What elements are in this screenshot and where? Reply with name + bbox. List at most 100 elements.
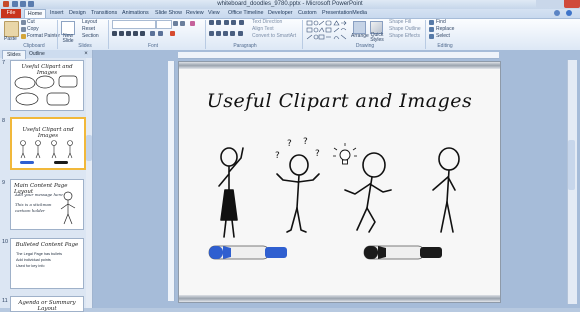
group-label-slides: Slides <box>78 43 92 49</box>
copy-button[interactable]: Copy <box>27 26 39 32</box>
shape-outline-button[interactable]: Shape Outline <box>389 26 421 32</box>
paste-button[interactable]: Paste <box>4 36 17 42</box>
justify-icon[interactable] <box>230 31 235 36</box>
slide-number: 8 <box>2 118 6 124</box>
quick-styles-button[interactable]: Quick Styles <box>369 33 385 43</box>
close-panel-icon[interactable]: × <box>82 50 90 58</box>
slide-thumbnail-7[interactable]: Useful Clipart and Images <box>10 60 84 111</box>
find-icon <box>429 20 434 25</box>
tab-developer[interactable]: Developer <box>268 9 293 18</box>
divider <box>108 20 109 49</box>
group-label-paragraph: Paragraph <box>233 43 257 49</box>
markers-clipart[interactable] <box>179 62 500 302</box>
arrange-button[interactable]: Arrange <box>351 33 369 39</box>
section-button[interactable]: Section <box>82 33 99 39</box>
tab-view[interactable]: View <box>208 9 220 18</box>
replace-button[interactable]: Replace <box>436 26 454 32</box>
tab-outline[interactable]: Outline <box>25 50 49 58</box>
decrease-indent-icon[interactable] <box>224 20 229 25</box>
tab-slide-show[interactable]: Slide Show <box>155 9 182 18</box>
tab-office-timeline[interactable]: Office Timeline <box>228 9 264 18</box>
font-name-box[interactable] <box>112 20 156 29</box>
bullets-icon[interactable] <box>209 20 214 25</box>
tab-insert[interactable]: Insert <box>50 9 63 18</box>
clear-formatting-icon[interactable] <box>190 21 195 26</box>
panel-scrollbar[interactable] <box>86 58 92 308</box>
align-text-button[interactable]: Align Text <box>252 26 274 32</box>
help-icon[interactable] <box>566 10 572 16</box>
tab-transitions[interactable]: Transitions <box>91 9 117 18</box>
layout-button[interactable]: Layout <box>82 19 97 25</box>
format-painter-icon <box>21 34 26 39</box>
group-label-clipboard: Clipboard <box>23 43 45 49</box>
text-direction-button[interactable]: Text Direction <box>252 19 282 25</box>
group-label-drawing: Drawing <box>355 43 375 49</box>
shadow-icon[interactable] <box>140 31 145 36</box>
speech-bubbles-clipart <box>14 75 78 106</box>
cut-icon <box>21 20 26 25</box>
shape-fill-button[interactable]: Shape Fill <box>389 19 411 25</box>
slide-thumbnail-10[interactable]: Bulleted Content Page The Legal Page has… <box>10 238 84 289</box>
cut-button[interactable]: Cut <box>27 19 35 25</box>
tab-presentationmedia[interactable]: PresentationMedia <box>322 9 367 18</box>
thumbnail-body-line: The Legal Page has bullets <box>16 252 63 256</box>
tab-file[interactable]: File <box>1 9 21 18</box>
slide-thumbnail-9[interactable]: Main Content Page Layout Add your messag… <box>10 179 84 230</box>
slide-thumbnail-11[interactable]: Agenda or Summary Layout <box>10 296 84 312</box>
find-button[interactable]: Find <box>436 19 446 25</box>
minimize-button[interactable] <box>536 0 550 8</box>
group-label-font: Font <box>147 43 158 49</box>
align-center-icon[interactable] <box>216 31 221 36</box>
tab-animations[interactable]: Animations <box>122 9 149 18</box>
slide-number: 11 <box>2 298 8 304</box>
shrink-font-icon[interactable] <box>180 21 185 26</box>
increase-indent-icon[interactable] <box>231 20 236 25</box>
format-painter-button[interactable]: Format Painter <box>27 33 60 39</box>
tab-slides[interactable]: Slides <box>2 50 26 59</box>
slide-number: 9 <box>2 180 6 186</box>
horizontal-ruler <box>178 52 499 59</box>
slide-thumbnail-8[interactable]: Useful Clipart and Images <box>10 117 86 170</box>
stickmen-clipart <box>20 140 73 164</box>
tab-design[interactable]: Design <box>69 9 86 18</box>
font-color-icon[interactable] <box>170 31 175 36</box>
italic-icon[interactable] <box>119 31 124 36</box>
thumbnail-body-line: This is a stickman <box>15 202 52 207</box>
title-bar: whiteboard_doodles_9780.pptx - Microsoft… <box>0 0 580 9</box>
shapes-gallery[interactable] <box>306 20 350 42</box>
thumbnail-body-line: cartoon holder <box>15 208 45 213</box>
character-spacing-icon[interactable] <box>150 31 155 36</box>
copy-icon <box>21 27 26 32</box>
convert-smartart-button[interactable]: Convert to SmartArt <box>252 33 296 39</box>
collapse-ribbon-icon[interactable] <box>554 10 560 16</box>
panel-scroll-thumb[interactable] <box>86 135 92 161</box>
divider <box>302 20 303 49</box>
align-right-icon[interactable] <box>223 31 228 36</box>
reset-button[interactable]: Reset <box>82 26 95 32</box>
underline-icon[interactable] <box>126 31 131 36</box>
align-left-icon[interactable] <box>209 31 214 36</box>
divider <box>425 20 426 49</box>
bold-icon[interactable] <box>112 31 117 36</box>
line-spacing-icon[interactable] <box>239 20 244 25</box>
tab-review[interactable]: Review <box>186 9 204 18</box>
slide-number: 7 <box>2 60 6 66</box>
grow-font-icon[interactable] <box>173 21 178 26</box>
paste-icon[interactable] <box>4 21 19 37</box>
replace-icon <box>429 27 434 32</box>
close-button[interactable] <box>564 0 580 8</box>
change-case-icon[interactable] <box>158 31 163 36</box>
editor-scroll-thumb[interactable] <box>568 140 575 190</box>
shape-effects-button[interactable]: Shape Effects <box>389 33 420 39</box>
tab-custom[interactable]: Custom <box>298 9 317 18</box>
select-button[interactable]: Select <box>436 33 450 39</box>
numbering-icon[interactable] <box>216 20 221 25</box>
select-icon <box>429 34 434 39</box>
columns-icon[interactable] <box>238 31 243 36</box>
strikethrough-icon[interactable] <box>133 31 138 36</box>
vertical-ruler <box>168 61 175 301</box>
maximize-button[interactable] <box>550 0 564 8</box>
thumbnail-body-line: Add individual points <box>16 258 51 262</box>
font-size-box[interactable] <box>156 20 172 29</box>
slide-canvas[interactable]: Useful Clipart and Images ? ? ? ? <box>178 61 501 303</box>
